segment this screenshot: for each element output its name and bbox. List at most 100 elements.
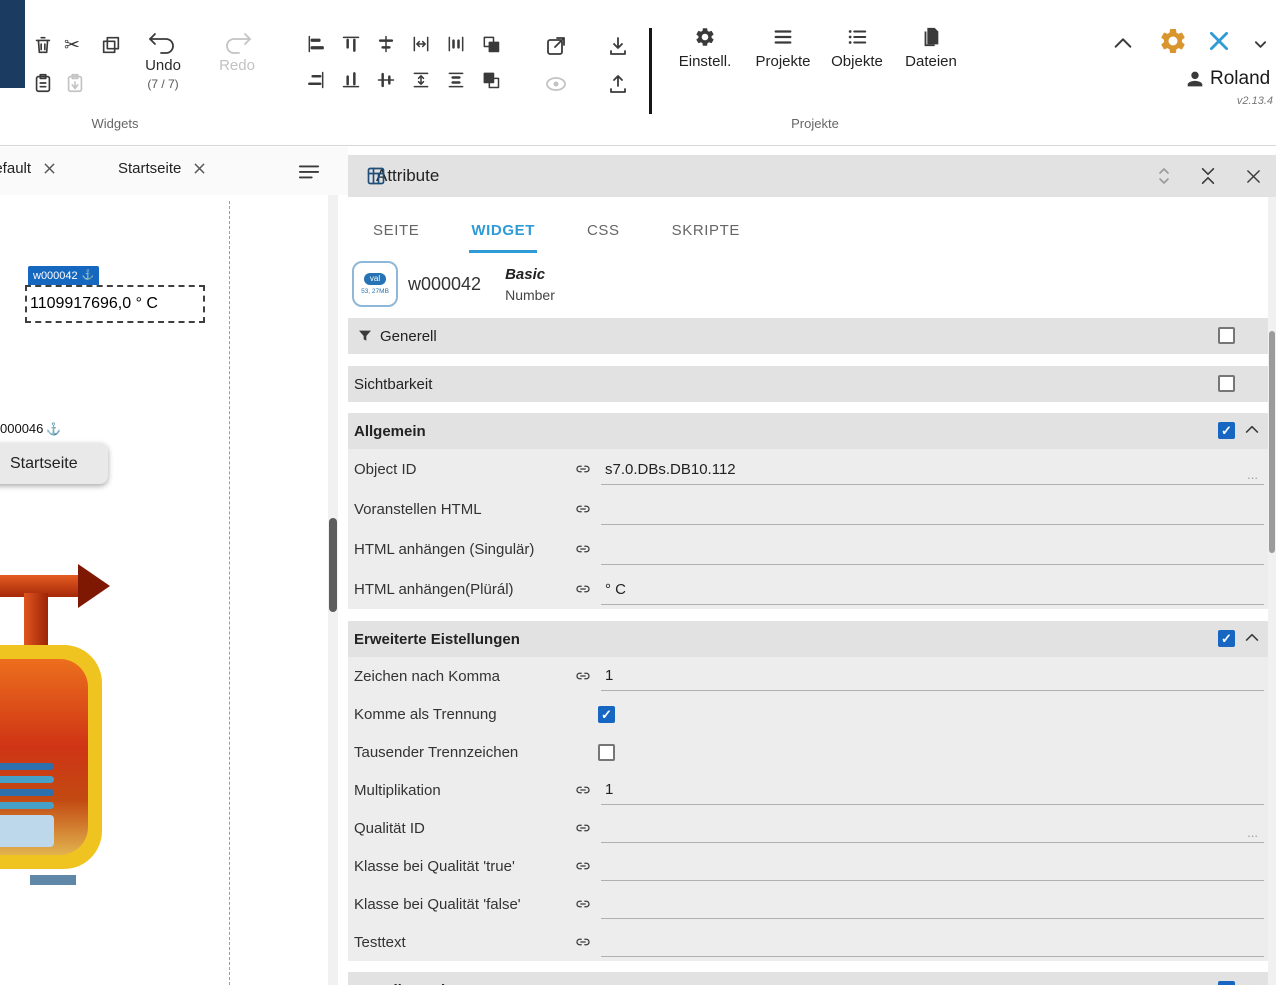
close-session-icon[interactable] — [1206, 28, 1232, 54]
section-sichtbarkeit[interactable]: Sichtbarkeit — [348, 366, 1268, 402]
delete-icon[interactable] — [32, 34, 54, 56]
qualitaet-id-field[interactable]: ... — [601, 812, 1264, 843]
align-left-icon[interactable] — [306, 34, 326, 54]
row-label: Tausender Trennzeichen — [354, 744, 575, 761]
user-name[interactable]: Roland — [1210, 68, 1270, 90]
panel-scrollbar-handle[interactable] — [1269, 331, 1275, 553]
section-allgemein-checkbox[interactable] — [1218, 422, 1235, 439]
more-button[interactable]: ... — [1247, 467, 1258, 482]
komme-als-trennung-checkbox[interactable] — [598, 706, 615, 723]
distribute-vertical-icon[interactable] — [411, 70, 431, 90]
copy-icon[interactable] — [100, 34, 122, 56]
tab-css[interactable]: CSS — [585, 222, 622, 253]
section-allgemein-label: Allgemein — [354, 423, 426, 440]
align-right-icon[interactable] — [306, 70, 326, 90]
canvas-scrollbar-handle[interactable] — [329, 518, 337, 612]
undo-icon[interactable] — [146, 30, 178, 54]
spacing-vertical-icon[interactable] — [446, 70, 466, 90]
menu-projekte[interactable]: Projekte — [744, 26, 822, 70]
toolbar: ✂ Undo (7 / 7) Redo — [0, 0, 1276, 146]
menu-objekte[interactable]: Objekte — [818, 26, 896, 70]
design-canvas[interactable]: w000042 ⚓ 1109917696,0 ° C 000046 ⚓ Star… — [0, 195, 330, 985]
link-icon[interactable] — [575, 896, 593, 912]
link-icon[interactable] — [575, 934, 593, 950]
close-panel-icon[interactable] — [1245, 168, 1262, 185]
object-id-field[interactable]: s7.0.DBs.DB10.112 ... — [601, 454, 1264, 485]
section-erweitert-checkbox[interactable] — [1218, 630, 1235, 647]
upload-icon[interactable] — [606, 72, 630, 96]
align-bottom-icon[interactable] — [341, 70, 361, 90]
hamburger-icon — [772, 26, 794, 48]
tab-seite[interactable]: SEITE — [371, 222, 421, 253]
row-html-anhaengen-plural: HTML anhängen(Plürál) ° C — [348, 569, 1268, 609]
section-partial[interactable]: 900 Allgemein — [348, 972, 1268, 985]
link-icon[interactable] — [575, 858, 593, 874]
align-center-vertical-icon[interactable] — [376, 70, 396, 90]
link-icon[interactable] — [575, 820, 593, 836]
row-testtext: Testtext — [348, 923, 1268, 961]
clipboard-icon[interactable] — [32, 72, 54, 94]
link-icon[interactable] — [575, 461, 593, 477]
panel-scroll-spinner-icon[interactable] — [1157, 166, 1171, 186]
link-icon[interactable] — [575, 541, 593, 557]
html-anhaengen-singular-field[interactable] — [601, 534, 1264, 565]
html-anhaengen-plural-field[interactable]: ° C — [601, 574, 1264, 605]
document-tabbar: default Startseite — [0, 147, 348, 195]
section-sichtbarkeit-checkbox[interactable] — [1218, 375, 1235, 392]
menu-dateien[interactable]: Dateien — [892, 26, 970, 70]
open-external-icon[interactable] — [544, 34, 568, 58]
voranstellen-html-field[interactable] — [601, 494, 1264, 525]
tab-close-icon[interactable] — [44, 163, 55, 174]
spacing-horizontal-icon[interactable] — [446, 34, 466, 54]
multiplikation-field[interactable]: 1 — [601, 774, 1264, 805]
row-klasse-qualitaet-false: Klasse bei Qualität 'false' — [348, 885, 1268, 923]
section-erweitert[interactable]: Erweiterte Eistellungen — [348, 621, 1268, 657]
section-erweitert-label: Erweiterte Eistellungen — [354, 631, 520, 648]
startseite-button[interactable]: Startseite — [0, 443, 108, 484]
chevron-down-icon[interactable] — [1254, 40, 1267, 50]
align-top-icon[interactable] — [341, 34, 361, 54]
klasse-qualitaet-false-field[interactable] — [601, 888, 1264, 919]
align-center-horizontal-icon[interactable] — [376, 34, 396, 54]
tab-close-icon[interactable] — [194, 163, 205, 174]
tab-widget[interactable]: WIDGET — [469, 222, 537, 253]
settings-gear-icon[interactable] — [1158, 26, 1188, 56]
bring-forward-icon[interactable] — [481, 34, 501, 54]
tab-startseite[interactable]: Startseite — [118, 160, 205, 177]
panel-scrollbar[interactable] — [1268, 197, 1276, 985]
link-icon[interactable] — [575, 501, 593, 517]
selected-number-widget[interactable]: 1109917696,0 ° C — [25, 285, 205, 323]
section-generell-checkbox[interactable] — [1218, 327, 1235, 344]
partial-widget-label[interactable]: 000046 ⚓ — [0, 421, 61, 436]
collapse-toolbar-icon[interactable] — [1112, 34, 1134, 52]
send-backward-icon[interactable] — [481, 70, 501, 90]
distribute-horizontal-icon[interactable] — [411, 34, 431, 54]
group-label-widgets: Widgets — [30, 116, 200, 131]
tab-default[interactable]: default — [0, 160, 55, 177]
section-generell[interactable]: Generell — [348, 318, 1268, 354]
download-icon[interactable] — [606, 34, 630, 58]
link-icon[interactable] — [575, 782, 593, 798]
partial-widget-id: 000046 — [0, 421, 43, 436]
undo-label[interactable]: Undo — [130, 57, 196, 74]
link-icon[interactable] — [575, 581, 593, 597]
menu-einstellungen[interactable]: Einstell. — [666, 26, 744, 70]
section-partial-checkbox[interactable] — [1218, 981, 1235, 985]
collapse-panel-icon[interactable] — [1199, 165, 1217, 187]
section-allgemein[interactable]: Allgemein — [348, 413, 1268, 449]
tabbar-menu-icon[interactable] — [298, 162, 320, 180]
section-sichtbarkeit-label: Sichtbarkeit — [354, 376, 432, 393]
cut-icon[interactable]: ✂ — [64, 36, 80, 55]
more-button[interactable]: ... — [1247, 825, 1258, 840]
testtext-field[interactable] — [601, 926, 1264, 957]
tab-skripte[interactable]: SKRIPTE — [670, 222, 742, 253]
link-icon[interactable] — [575, 668, 593, 684]
zeichen-nach-komma-field[interactable]: 1 — [601, 660, 1264, 691]
chevron-up-icon[interactable] — [1245, 424, 1259, 434]
selected-widget-label[interactable]: w000042 ⚓ — [28, 266, 99, 285]
canvas-region: default Startseite w000042 ⚓ 1109917696,… — [0, 147, 348, 985]
chevron-up-icon[interactable] — [1245, 632, 1259, 642]
klasse-qualitaet-true-field[interactable] — [601, 850, 1264, 881]
tausender-trennzeichen-checkbox[interactable] — [598, 744, 615, 761]
canvas-scrollbar[interactable] — [328, 195, 338, 985]
